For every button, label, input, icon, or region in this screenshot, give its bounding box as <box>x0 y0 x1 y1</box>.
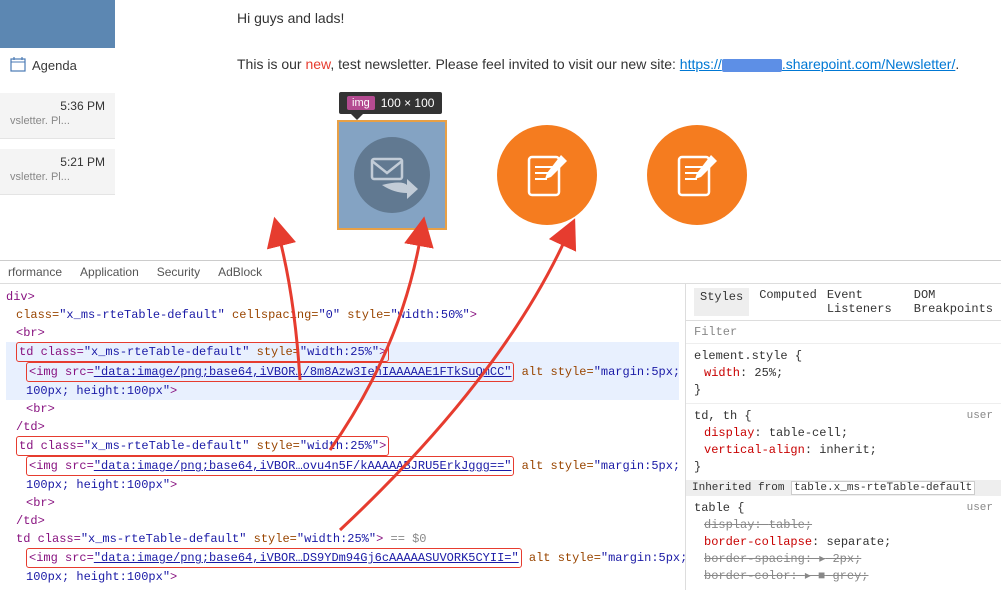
sidebar: Agenda 5:36 PM vsletter. Pl... 5:21 PM v… <box>0 0 115 260</box>
selected-image[interactable] <box>337 120 447 230</box>
elements-panel[interactable]: div> class="x_ms-rteTable-default" cells… <box>0 284 685 590</box>
devtools: rformance Application Security AdBlock d… <box>0 260 1001 552</box>
inherited-from: Inherited from table.x_ms-rteTable-defau… <box>686 480 1001 496</box>
email-body: Hi guys and lads! This is our new, test … <box>115 0 1001 260</box>
item-label: vsletter. Pl... <box>10 171 105 183</box>
mail-forward-icon <box>352 135 432 215</box>
mail-item[interactable]: 5:36 PM vsletter. Pl... <box>0 93 115 139</box>
redacted-domain <box>722 59 782 72</box>
tab-security[interactable]: Security <box>157 265 200 279</box>
images-row <box>337 120 747 230</box>
notepad-image[interactable] <box>497 125 597 225</box>
item-time: 5:21 PM <box>10 155 105 169</box>
item-label: vsletter. Pl... <box>10 115 105 127</box>
styles-panel: Styles Computed Event Listeners DOM Brea… <box>685 284 1001 590</box>
agenda-button[interactable]: Agenda <box>0 48 115 83</box>
tab-performance[interactable]: rformance <box>8 265 62 279</box>
notepad-pencil-icon <box>519 147 575 203</box>
inspector-tooltip: img 100 × 100 <box>339 92 442 114</box>
item-time: 5:36 PM <box>10 99 105 113</box>
tab-styles[interactable]: Styles <box>694 288 749 316</box>
data-uri-1[interactable]: "data:image/png;base64,iVBOR…/8m8Azw3Ieh… <box>94 365 512 379</box>
new-word: new <box>305 56 330 72</box>
notepad-image[interactable] <box>647 125 747 225</box>
tab-computed[interactable]: Computed <box>759 288 817 316</box>
greeting-text: Hi guys and lads! <box>237 10 971 26</box>
devtools-tabs: rformance Application Security AdBlock <box>0 261 1001 284</box>
data-uri-2[interactable]: "data:image/png;base64,iVBOR…ovu4n5F/kAA… <box>94 459 512 473</box>
tab-application[interactable]: Application <box>80 265 139 279</box>
tooltip-dims: 100 × 100 <box>381 96 435 110</box>
tooltip-tag: img <box>347 96 375 110</box>
body-text: This is our new, test newsletter. Please… <box>237 56 971 72</box>
newsletter-link[interactable]: https://.sharepoint.com/Newsletter/ <box>680 56 956 72</box>
highlighted-row[interactable]: td class="x_ms-rteTable-default" style="… <box>6 342 679 362</box>
notepad-pencil-icon <box>669 147 725 203</box>
calendar-icon <box>10 56 26 75</box>
styles-filter[interactable]: Filter <box>686 321 1001 344</box>
data-uri-3[interactable]: "data:image/png;base64,iVBOR…DS9YDm94Gj6… <box>94 551 519 565</box>
agenda-label: Agenda <box>32 58 77 73</box>
styles-tabs: Styles Computed Event Listeners DOM Brea… <box>686 284 1001 321</box>
sidebar-header <box>0 0 115 48</box>
tab-dom-breakpoints[interactable]: DOM Breakpoints <box>914 288 993 316</box>
mail-item[interactable]: 5:21 PM vsletter. Pl... <box>0 149 115 195</box>
tab-adblock[interactable]: AdBlock <box>218 265 262 279</box>
tab-event-listeners[interactable]: Event Listeners <box>827 288 904 316</box>
